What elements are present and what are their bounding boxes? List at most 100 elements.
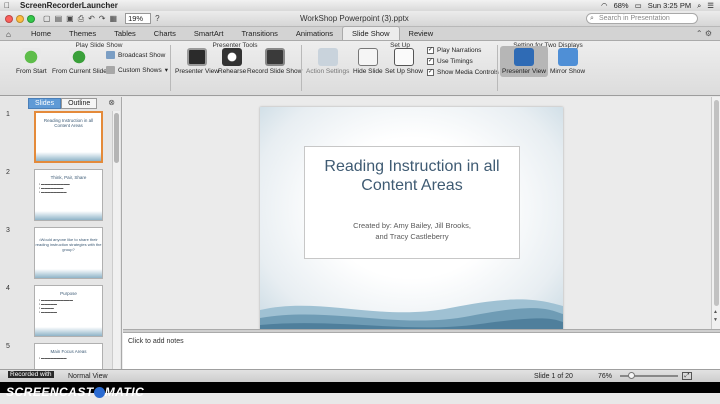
broadcast-button[interactable]: Broadcast Show: [106, 51, 165, 59]
battery-icon[interactable]: ▭: [635, 1, 642, 10]
zoom-field[interactable]: 19%: [125, 13, 152, 24]
thumbnail-row[interactable]: 5 Main Focus Areas ▪ ▬▬▬▬▬▬▬▬: [0, 343, 112, 369]
zoom-window-button[interactable]: [27, 14, 35, 23]
clock[interactable]: Sun 3:25 PM: [648, 1, 691, 10]
list-icon[interactable]: ☰: [707, 1, 714, 10]
tab-animations[interactable]: Animations: [287, 27, 342, 40]
rehearse-button[interactable]: Rehearse: [218, 48, 246, 75]
search-icon[interactable]: ⌕: [697, 1, 701, 11]
document-title: WorkShop Powerpoint (3).pptx: [300, 14, 409, 23]
from-start-button[interactable]: From Start: [16, 48, 47, 75]
help-icon[interactable]: ?: [155, 14, 159, 23]
action-settings-button[interactable]: Action Settings: [306, 48, 349, 75]
insert-icon[interactable]: ▦: [110, 14, 118, 23]
ribbon-settings-icon[interactable]: ⌃ ⚙: [696, 29, 712, 38]
status-bar: Normal View Slide 1 of 20 76% ⤢: [0, 369, 720, 382]
slide-subtitle[interactable]: Created by: Amy Bailey, Jill Brooks, and…: [305, 220, 519, 242]
new-icon[interactable]: ▢: [43, 14, 51, 23]
tab-themes[interactable]: Themes: [60, 27, 105, 40]
save-icon[interactable]: ▣: [66, 14, 74, 23]
broadcast-label: Broadcast Show: [118, 51, 166, 59]
set-up-show-button[interactable]: Set Up Show: [385, 48, 423, 75]
tab-transitions[interactable]: Transitions: [232, 27, 286, 40]
set-up-show-label: Set Up Show: [385, 68, 423, 75]
slide-scrollbar[interactable]: ▲ ▼: [711, 97, 720, 329]
zoom-slider-knob[interactable]: [628, 372, 635, 379]
tab-slides[interactable]: Slides: [28, 97, 62, 109]
undo-icon[interactable]: ↶: [88, 14, 95, 23]
app-name[interactable]: ScreenRecorderLauncher: [14, 1, 124, 10]
apple-icon[interactable]: : [0, 1, 14, 10]
current-slide[interactable]: Reading Instruction in all Content Areas…: [260, 107, 563, 332]
wifi-icon[interactable]: ◠: [601, 1, 608, 10]
scrollbar-thumb[interactable]: [114, 113, 119, 163]
record-label: Record Slide Show: [247, 68, 303, 75]
slide-thumbnail[interactable]: Main Focus Areas ▪ ▬▬▬▬▬▬▬▬: [34, 343, 103, 369]
view-mode[interactable]: Normal View: [68, 373, 108, 380]
slide-thumbnails: 1 Reading Instruction in all Content Are…: [0, 111, 112, 369]
close-icon[interactable]: ⊗: [108, 98, 115, 107]
open-icon[interactable]: ▤: [55, 14, 63, 23]
home-icon[interactable]: ⌂: [6, 30, 11, 39]
battery-percent[interactable]: 68%: [614, 1, 629, 10]
tab-home[interactable]: Home: [22, 27, 60, 40]
slide-thumbnail[interactable]: Reading Instruction in all Content Areas: [34, 111, 103, 163]
mac-menubar:  ScreenRecorderLauncher ◠ 68% ▭ Sun 3:2…: [0, 0, 720, 11]
redo-icon[interactable]: ↷: [99, 14, 106, 23]
custom-shows-button[interactable]: Custom Shows ▾: [106, 66, 168, 74]
slide-title[interactable]: Reading Instruction in all Content Areas: [305, 157, 519, 195]
ribbon-tabs: ⌂ Home Themes Tables Charts SmartArt Tra…: [0, 26, 720, 41]
checkmark-icon: ✓: [427, 47, 434, 54]
search-placeholder: Search in Presentation: [599, 15, 670, 22]
thumbnails-scrollbar[interactable]: [112, 111, 120, 369]
thumbnail-row[interactable]: 3 •Would anyone like to share their read…: [0, 227, 112, 283]
slide-thumbnail[interactable]: Purpose ▪ ▬▬▬▬▬▬▬▬▬▬ ▪ ▬▬▬▬▬ ▪ ▬▬▬▬ ▪ ▬▬▬▬▬: [34, 285, 103, 337]
thumbnail-row[interactable]: 2 Think, Pair, Share ▪ ▬▬▬▬▬▬▬▬▬ ▪ ▬▬▬▬▬▬…: [0, 169, 112, 225]
scrollbar-thumb[interactable]: [714, 100, 719, 306]
slide-thumbnail[interactable]: Think, Pair, Share ▪ ▬▬▬▬▬▬▬▬▬ ▪ ▬▬▬▬▬▬▬ ▪…: [34, 169, 103, 221]
next-slide-icon[interactable]: ▼: [713, 317, 718, 323]
title-placeholder[interactable]: Reading Instruction in all Content Areas…: [304, 146, 520, 259]
minimize-window-button[interactable]: [16, 14, 24, 23]
show-media-controls-checkbox[interactable]: ✓ Show Media Controls: [427, 69, 499, 76]
thumbnail-row[interactable]: 1 Reading Instruction in all Content Are…: [0, 111, 112, 167]
tab-charts[interactable]: Charts: [145, 27, 185, 40]
tab-outline[interactable]: Outline: [61, 97, 98, 109]
slide-number: 2: [6, 169, 10, 176]
previous-slide-icon[interactable]: ▲: [713, 309, 718, 315]
thumbnail-title: Think, Pair, Share: [50, 175, 87, 180]
search-input[interactable]: ⌕ Search in Presentation: [586, 13, 698, 24]
tab-slide-show[interactable]: Slide Show: [342, 26, 400, 40]
hide-slide-label: Hide Slide: [353, 68, 383, 75]
thumbnail-title: •Would anyone like to share their readin…: [35, 237, 102, 252]
mirror-show-toggle[interactable]: Mirror Show: [550, 48, 585, 75]
custom-shows-icon: [106, 66, 115, 74]
tab-tables[interactable]: Tables: [105, 27, 145, 40]
tab-review[interactable]: Review: [400, 27, 443, 40]
slide-number: 5: [6, 343, 10, 350]
presenter-view-toggle[interactable]: Presenter View: [500, 46, 548, 77]
from-current-label: From Current Slide: [52, 68, 107, 75]
print-icon[interactable]: ⎙: [78, 14, 84, 24]
close-window-button[interactable]: [5, 14, 13, 23]
thumbnail-row[interactable]: 4 Purpose ▪ ▬▬▬▬▬▬▬▬▬▬ ▪ ▬▬▬▬▬ ▪ ▬▬▬▬ ▪ ▬▬▬…: [0, 285, 112, 341]
fit-to-window-icon[interactable]: ⤢: [682, 372, 692, 380]
watermark-left: SCREENCAST: [6, 385, 94, 399]
presenter-view-toggle-label: Presenter View: [502, 68, 546, 75]
wave-decoration: [35, 327, 102, 336]
hide-slide-button[interactable]: Hide Slide: [353, 48, 383, 75]
play-narrations-checkbox[interactable]: ✓ Play Narrations: [427, 47, 481, 54]
notes-pane[interactable]: Click to add notes: [123, 333, 720, 369]
notes-placeholder[interactable]: Click to add notes: [128, 338, 184, 345]
record-slide-show-button[interactable]: Record Slide Show: [247, 48, 302, 75]
screencast-logo-icon: [93, 387, 105, 399]
slide-number: 1: [6, 111, 10, 118]
screencast-watermark: SCREENCAST MATIC: [6, 385, 144, 399]
use-timings-checkbox[interactable]: ✓ Use Timings: [427, 58, 473, 65]
from-current-button[interactable]: From Current Slide: [52, 48, 107, 75]
zoom-percent[interactable]: 76%: [598, 373, 612, 380]
slide-thumbnail[interactable]: •Would anyone like to share their readin…: [34, 227, 103, 279]
tab-smartart[interactable]: SmartArt: [185, 27, 233, 40]
presenter-view-button[interactable]: Presenter View: [175, 48, 219, 75]
wave-decoration: [260, 299, 563, 332]
